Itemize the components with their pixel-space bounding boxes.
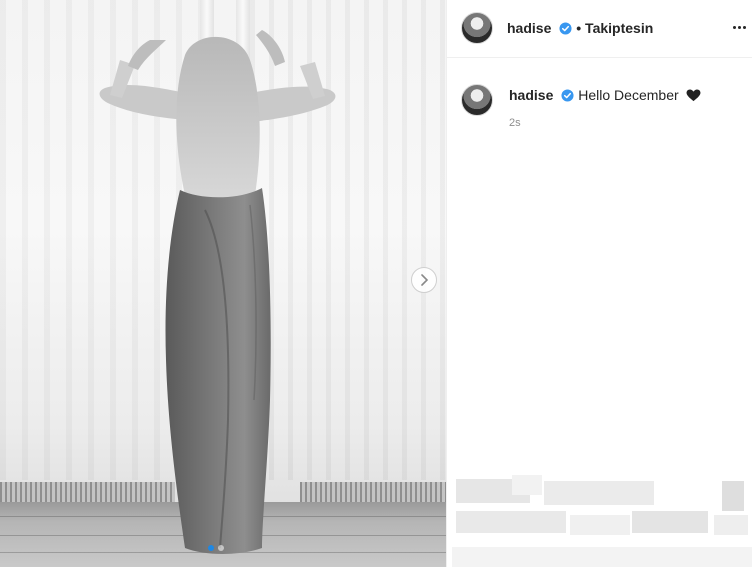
caption-text: Hello December [578, 87, 679, 103]
blurred-action-area [452, 475, 752, 567]
verified-badge-icon [559, 22, 572, 35]
caption-username[interactable]: hadise [509, 87, 553, 103]
carousel-indicator [208, 545, 224, 551]
post-photo[interactable] [0, 0, 446, 567]
post-header: hadise • Takiptesin [447, 0, 752, 58]
black-heart-icon [686, 89, 701, 102]
author-username[interactable]: hadise [507, 20, 551, 36]
carousel-dot-active [208, 545, 214, 551]
more-options-icon[interactable] [730, 17, 748, 37]
caption-avatar[interactable] [461, 84, 493, 116]
woman-silhouette [99, 30, 336, 554]
following-label[interactable]: • Takiptesin [576, 20, 653, 36]
chevron-right-icon [421, 274, 429, 286]
caption: hadise Hello December [509, 87, 701, 105]
verified-badge-icon [561, 89, 574, 102]
author-avatar[interactable] [461, 12, 493, 44]
next-image-button[interactable] [411, 267, 437, 293]
post-timestamp[interactable]: 2s [509, 117, 521, 129]
carousel-dot [218, 545, 224, 551]
author-info: hadise • Takiptesin [507, 20, 653, 38]
